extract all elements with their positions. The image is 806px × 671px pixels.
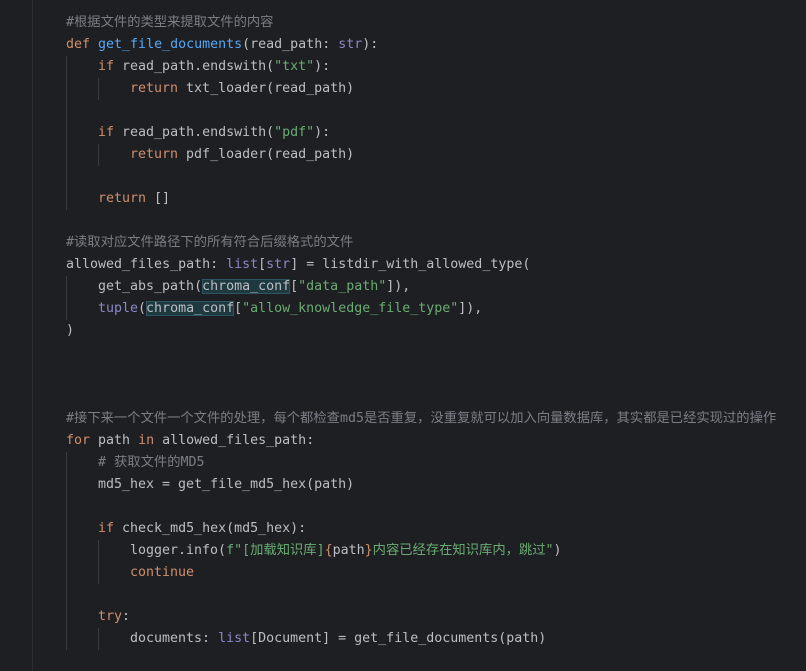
code-token-keyword: if	[98, 125, 123, 140]
code-token-builtin: tuple	[98, 301, 139, 316]
code-line[interactable]: if read_path.endswith("pdf"):	[98, 122, 330, 144]
code-token-default: check_md5_hex(md5_hex):	[122, 521, 307, 536]
indent-guide	[66, 56, 67, 210]
code-token-interp: }	[364, 543, 373, 558]
code-token-default: read_path.endswith(	[122, 59, 275, 74]
code-token-default: ):	[314, 59, 331, 74]
code-token-keyword: if	[98, 521, 123, 536]
code-line[interactable]: try:	[98, 606, 130, 628]
code-line[interactable]: return txt_loader(read_path)	[130, 78, 354, 100]
code-token-default: md5_hex = get_file_md5_hex(path)	[98, 477, 355, 492]
code-token-hl: chroma_conf	[202, 279, 291, 294]
code-token-keyword: continue	[130, 565, 195, 580]
code-token-string: "data_path"	[298, 279, 387, 294]
code-token-function: get_file_documents	[98, 37, 243, 52]
code-token-keyword: in	[138, 433, 163, 448]
code-token-default: logger.info(	[130, 543, 227, 558]
code-token-comment: #读取对应文件路径下的所有符合后缀格式的文件	[66, 235, 354, 250]
code-token-default: ] = listdir_with_allowed_type(	[290, 257, 531, 272]
code-line[interactable]: #接下来一个文件一个文件的处理，每个都检查md5是否重复，没重复就可以加入向量数…	[66, 408, 776, 430]
code-line[interactable]: #根据文件的类型来提取文件的内容	[66, 12, 273, 34]
code-token-keyword: return	[130, 81, 187, 96]
code-token-default: [Document] = get_file_documents(path)	[250, 631, 547, 646]
code-token-builtin: str	[338, 37, 363, 52]
code-token-default: :	[122, 609, 131, 624]
code-line[interactable]: )	[66, 320, 74, 342]
code-line[interactable]: allowed_files_path: list[str] = listdir_…	[66, 254, 530, 276]
code-token-default: [	[290, 279, 299, 294]
code-line[interactable]: documents: list[Document] = get_file_doc…	[130, 628, 546, 650]
code-line[interactable]: if check_md5_hex(md5_hex):	[98, 518, 306, 540]
code-token-default: txt_loader(read_path)	[186, 81, 355, 96]
code-token-default: []	[154, 191, 171, 206]
indent-guide	[66, 452, 67, 650]
indent-guide	[66, 276, 67, 320]
code-token-string: 内容已经存在知识库内，跳过"	[372, 543, 554, 558]
code-token-keyword: try	[98, 609, 123, 624]
code-token-string: f"[加载知识库]	[226, 543, 325, 558]
code-token-keyword: return	[98, 191, 155, 206]
gutter-border	[32, 0, 33, 671]
code-token-keyword: return	[130, 147, 187, 162]
code-line[interactable]: for path in allowed_files_path:	[66, 430, 314, 452]
code-token-interp: {	[324, 543, 333, 558]
code-token-builtin: str	[266, 257, 291, 272]
code-line[interactable]: tuple(chroma_conf["allow_knowledge_file_…	[98, 298, 482, 320]
code-token-string: "pdf"	[274, 125, 315, 140]
code-line[interactable]: return []	[98, 188, 170, 210]
code-line[interactable]: logger.info(f"[加载知识库]{path}内容已经存在知识库内，跳过…	[130, 540, 562, 562]
code-token-default: ):	[314, 125, 331, 140]
code-line[interactable]: # 获取文件的MD5	[98, 452, 205, 474]
code-line[interactable]: return pdf_loader(read_path)	[130, 144, 354, 166]
code-line[interactable]: #读取对应文件路径下的所有符合后缀格式的文件	[66, 232, 353, 254]
code-token-keyword: for	[66, 433, 99, 448]
code-token-comment: # 获取文件的MD5	[98, 455, 205, 470]
code-token-default: pdf_loader(read_path)	[186, 147, 355, 162]
indent-guide	[98, 144, 99, 166]
code-token-default: ]),	[458, 301, 483, 316]
code-line[interactable]: md5_hex = get_file_md5_hex(path)	[98, 474, 354, 496]
code-token-builtin: list	[226, 257, 259, 272]
indent-guide	[98, 78, 99, 100]
code-line[interactable]: if read_path.endswith("txt"):	[98, 56, 330, 78]
code-token-default: )	[66, 323, 75, 338]
code-token-default: path	[98, 433, 139, 448]
code-token-default: ):	[362, 37, 379, 52]
code-token-default: (read_path:	[242, 37, 339, 52]
code-token-keyword: if	[98, 59, 123, 74]
code-token-hl: chroma_conf	[146, 301, 235, 316]
code-line[interactable]: continue	[130, 562, 194, 584]
indent-guide	[98, 540, 99, 584]
code-token-default: ]),	[386, 279, 411, 294]
code-token-default: [	[258, 257, 267, 272]
code-token-string: "txt"	[274, 59, 315, 74]
code-token-default: get_abs_path(	[98, 279, 203, 294]
code-token-keyword: def	[66, 37, 99, 52]
code-token-string: "allow_knowledge_file_type"	[242, 301, 459, 316]
code-token-default: )	[553, 543, 562, 558]
code-token-comment: #根据文件的类型来提取文件的内容	[66, 15, 274, 30]
code-token-default: [	[234, 301, 243, 316]
code-token-default: allowed_files_path:	[66, 257, 227, 272]
code-token-default: read_path.endswith(	[122, 125, 275, 140]
code-token-default: documents:	[130, 631, 219, 646]
code-editor[interactable]: #根据文件的类型来提取文件的内容 def get_file_documents(r…	[0, 0, 806, 671]
code-token-builtin: list	[218, 631, 251, 646]
code-token-default: path	[332, 543, 365, 558]
code-token-comment: #接下来一个文件一个文件的处理，每个都检查md5是否重复，没重复就可以加入向量数…	[66, 411, 777, 426]
indent-guide	[98, 628, 99, 650]
code-line[interactable]: def get_file_documents(read_path: str):	[66, 34, 378, 56]
code-token-default: (	[138, 301, 147, 316]
code-line[interactable]: get_abs_path(chroma_conf["data_path"]),	[98, 276, 410, 298]
code-token-default: allowed_files_path:	[162, 433, 315, 448]
